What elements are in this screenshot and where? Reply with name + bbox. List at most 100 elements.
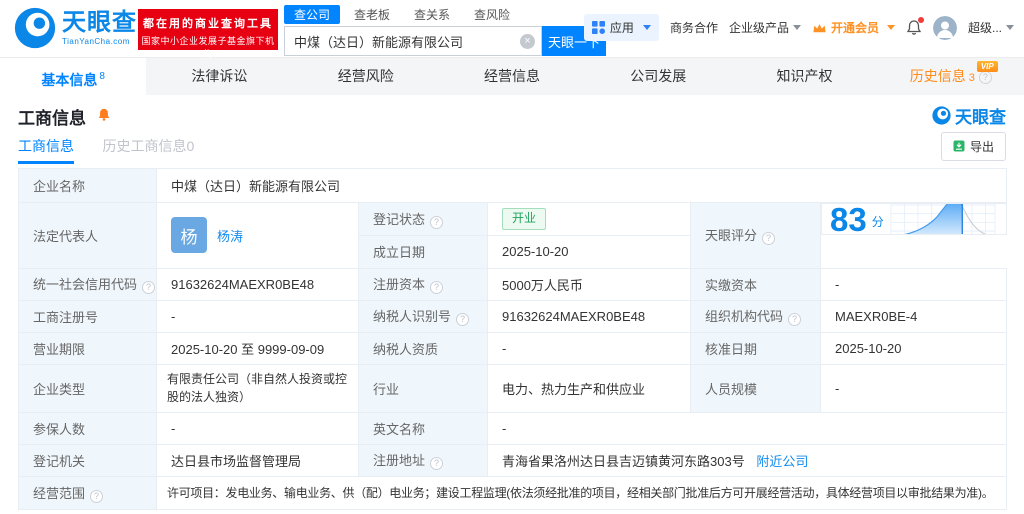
- help-icon[interactable]: ?: [430, 457, 444, 471]
- help-icon[interactable]: ?: [762, 232, 776, 246]
- field-label-reg-capital: 注册资本?: [358, 267, 488, 301]
- subtab-history-registration[interactable]: 历史工商信息0: [102, 138, 194, 161]
- username-label: 超级...: [967, 21, 1002, 35]
- field-value-company-type: 有限责任公司（非自然人投资或控股的法人独资）: [156, 363, 359, 413]
- search-input[interactable]: [285, 27, 541, 55]
- field-value-paid-capital: -: [819, 267, 1008, 301]
- tab-count: 3: [968, 72, 975, 84]
- field-value-english-name: -: [486, 411, 1008, 445]
- search-tab-company[interactable]: 查公司: [284, 4, 341, 24]
- export-label: 导出: [969, 139, 994, 154]
- field-value-credit-code: 91632624MAEXR0BE48: [156, 267, 359, 301]
- search-box: 查公司 查老板 查关系 查风险 × 天眼一下: [284, 4, 606, 56]
- menu-cooperation[interactable]: 商务合作: [670, 19, 718, 36]
- notification-dot: [917, 17, 924, 23]
- field-label-company-name: 企业名称: [18, 168, 157, 203]
- top-header: 天眼查 TianYanCha.com 都在用的商业查询工具 国家中小企业发展子基…: [0, 0, 1024, 59]
- apps-label: 应用: [609, 21, 634, 35]
- field-value-taxpayer-id: 91632624MAEXR0BE48: [487, 299, 691, 333]
- export-button[interactable]: 导出: [940, 131, 1006, 161]
- field-value-business-scope: 许可项目：发电业务、输电业务、供（配）电业务；建设工程监理(依法须经批准的项目，…: [155, 475, 1008, 510]
- tab-company-development[interactable]: 公司发展: [585, 58, 731, 95]
- help-icon[interactable]: ?: [788, 313, 802, 326]
- header-menu: 应用 商务合作 企业级产品 开通会员 超级...: [583, 14, 1014, 41]
- field-label-insured-count: 参保人数: [18, 411, 157, 445]
- field-label-paid-capital: 实缴资本: [690, 267, 821, 301]
- apps-menu[interactable]: 应用: [583, 14, 659, 41]
- tab-intellectual-property[interactable]: 知识产权: [731, 58, 877, 95]
- help-icon[interactable]: ?: [430, 215, 444, 229]
- help-icon[interactable]: ?: [90, 489, 104, 503]
- nearby-companies-link[interactable]: 附近公司: [756, 454, 808, 469]
- tab-basic-info[interactable]: 基本信息 8: [0, 58, 147, 95]
- field-value-reg-capital: 5000万人民币: [487, 267, 691, 301]
- enterprise-label: 企业级产品: [728, 21, 789, 35]
- tianyancha-logo-icon: [932, 106, 951, 125]
- user-avatar[interactable]: [932, 15, 957, 40]
- username-menu[interactable]: 超级...: [968, 19, 1014, 36]
- field-label-reg-number: 工商注册号: [18, 299, 157, 333]
- legal-rep-avatar[interactable]: 杨: [171, 217, 207, 254]
- menu-vip[interactable]: 开通会员: [812, 19, 895, 36]
- field-value-establish-date: 2025-10-20: [487, 234, 691, 269]
- field-label-text: 登记状态: [373, 211, 426, 227]
- registration-info-table: 企业名称 中煤（达日）新能源有限公司 法定代表人 杨 杨涛 登记状态? 开业 天…: [18, 168, 1008, 510]
- vip-label: 开通会员: [830, 21, 879, 35]
- help-icon[interactable]: ?: [456, 313, 470, 326]
- field-label-text: 经营范围: [33, 485, 86, 501]
- field-label-taxpayer-id: 纳税人识别号?: [358, 299, 488, 333]
- tab-label: 经营风险: [337, 68, 394, 84]
- field-label-reg-address: 注册地址?: [358, 443, 488, 477]
- field-value-staff-size: -: [819, 363, 1008, 413]
- score-distribution-chart: 0 1 5 15 42 83 97 99 100: [890, 204, 996, 234]
- legal-rep-link[interactable]: 杨涛: [217, 226, 243, 245]
- tab-operating-risk[interactable]: 经营风险: [293, 58, 439, 95]
- tab-count: 8: [99, 71, 105, 82]
- field-value-reg-status: 开业: [487, 202, 691, 236]
- field-value-approval-date: 2025-10-20: [819, 331, 1008, 365]
- tianyancha-logo[interactable]: 天眼查 TianYanCha.com: [14, 7, 137, 49]
- field-label-reg-authority: 登记机关: [18, 443, 157, 477]
- table-row: 法定代表人 杨 杨涛 登记状态? 开业 天眼评分? 83 分: [18, 202, 1007, 269]
- field-value-company-name: 中煤（达日）新能源有限公司: [155, 168, 1008, 203]
- tab-history-info[interactable]: 历史信息 3? VIP: [878, 58, 1024, 95]
- field-label-text: 统一社会信用代码: [33, 277, 138, 292]
- notifications-button[interactable]: [906, 17, 924, 36]
- table-row: 营业期限 2025-10-20 至 9999-09-09 纳税人资质 - 核准日…: [18, 331, 1008, 365]
- search-tab-risk[interactable]: 查风险: [464, 5, 520, 24]
- menu-enterprise[interactable]: 企业级产品: [729, 19, 801, 36]
- search-tab-boss[interactable]: 查老板: [344, 5, 400, 24]
- tab-label: 经营信息: [483, 68, 540, 84]
- score-value: 83: [830, 203, 867, 235]
- field-label-tyc-score: 天眼评分?: [690, 202, 821, 269]
- tab-legal-litigation[interactable]: 法律诉讼: [146, 58, 292, 95]
- search-tab-relation[interactable]: 查关系: [404, 5, 460, 24]
- slogan-line2: 国家中小企业发展子基金旗下机构: [141, 36, 275, 59]
- table-row: 工商注册号 - 纳税人识别号? 91632624MAEXR0BE48 组织机构代…: [18, 299, 1008, 333]
- field-label-text: 天眼评分: [705, 228, 758, 244]
- reg-address-text: 青海省果洛州达日县吉迈镇黄河东路303号: [502, 453, 745, 469]
- subtab-business-registration[interactable]: 工商信息: [18, 138, 74, 164]
- field-value-org-code: MAEXR0BE-4: [819, 299, 1008, 333]
- vip-badge: VIP: [976, 61, 998, 72]
- field-value-reg-address: 青海省果洛州达日县吉迈镇黄河东路303号 附近公司: [486, 443, 1008, 477]
- help-icon[interactable]: ?: [978, 71, 992, 84]
- field-label-staff-size: 人员规模: [690, 363, 821, 413]
- clear-search-icon[interactable]: ×: [520, 34, 535, 49]
- crown-icon: [813, 23, 826, 32]
- field-label-business-scope: 经营范围?: [18, 475, 157, 510]
- watermark-logo: 天眼查: [932, 103, 1006, 128]
- company-nav-tabs: 基本信息 8 法律诉讼 经营风险 经营信息 公司发展 知识产权 历史信息 3? VI…: [0, 58, 1024, 95]
- status-badge: 开业: [502, 207, 547, 230]
- field-value-taxpayer-quality: -: [487, 331, 691, 365]
- tab-business-info[interactable]: 经营信息: [439, 58, 585, 95]
- table-row: 企业名称 中煤（达日）新能源有限公司: [18, 168, 1008, 203]
- chevron-down-icon: [792, 25, 801, 30]
- help-icon[interactable]: ?: [430, 281, 444, 294]
- tab-label: 法律诉讼: [191, 68, 248, 84]
- help-icon[interactable]: ?: [142, 281, 156, 294]
- subscribe-bell-icon[interactable]: [97, 107, 111, 122]
- field-label-legal-rep: 法定代表人: [18, 202, 157, 269]
- tab-label: 基本信息: [41, 72, 98, 88]
- field-value-reg-authority: 达日县市场监督管理局: [156, 443, 359, 477]
